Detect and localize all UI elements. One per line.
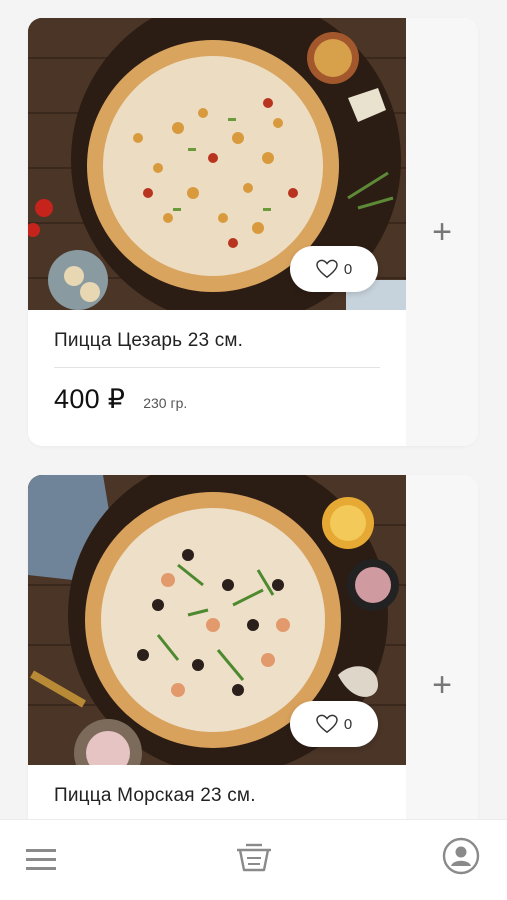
product-price: 400 ₽: [54, 384, 126, 414]
heart-icon: [316, 259, 338, 279]
plus-icon[interactable]: +: [432, 215, 452, 249]
like-count: 0: [343, 715, 353, 733]
product-card-caesar[interactable]: 0 Пицца Цезарь 23 см. 400 ₽ 230 гр. +: [28, 18, 478, 446]
product-title: Пицца Цезарь 23 см.: [54, 330, 244, 351]
heart-icon: [316, 714, 338, 734]
menu-icon[interactable]: [26, 847, 56, 878]
profile-icon[interactable]: [442, 837, 480, 880]
product-title: Пицца Морская 23 см.: [54, 785, 256, 806]
divider: [54, 367, 380, 368]
plus-icon[interactable]: +: [432, 668, 452, 702]
price-row: 400 ₽ 230 гр.: [54, 384, 187, 415]
product-weight: 230 гр.: [143, 395, 188, 411]
add-to-cart-panel[interactable]: +: [406, 18, 478, 446]
product-image-seafood[interactable]: 0: [28, 475, 406, 765]
bottom-nav: [0, 819, 507, 900]
product-card-main[interactable]: 0 Пицца Цезарь 23 см. 400 ₽ 230 гр.: [28, 18, 406, 446]
like-count: 0: [343, 260, 353, 278]
product-image-caesar[interactable]: 0: [28, 18, 406, 310]
cart-icon[interactable]: [234, 842, 274, 879]
like-button[interactable]: 0: [290, 246, 378, 292]
like-button[interactable]: 0: [290, 701, 378, 747]
